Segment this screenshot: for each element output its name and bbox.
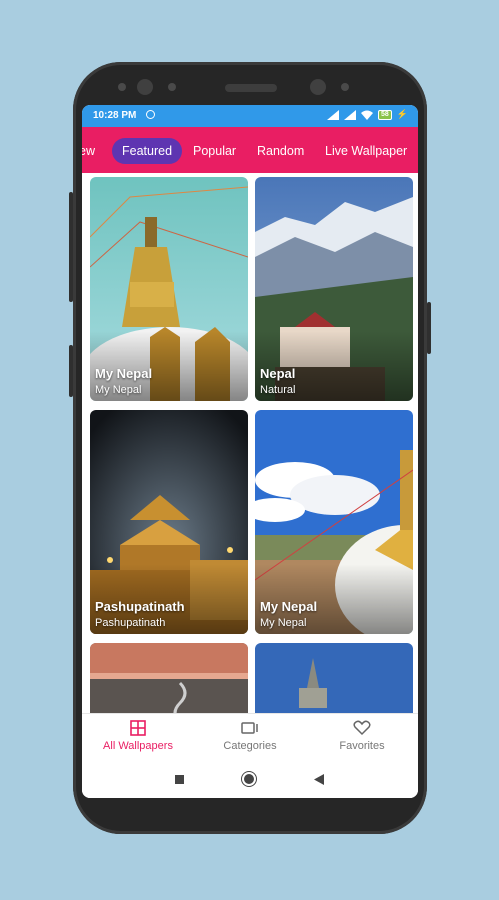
- nav-favorites[interactable]: Favorites: [306, 720, 418, 752]
- nav-label: All Wallpapers: [103, 740, 173, 752]
- iris-scanner: [310, 79, 326, 95]
- tab-featured[interactable]: Featured: [112, 138, 183, 164]
- signal-icon: [326, 109, 339, 120]
- phone-frame: 10:28 PM 58 ⚡ New Featured Popular Rando…: [69, 62, 431, 834]
- categories-icon: [241, 722, 258, 734]
- wallpaper-subtitle: My Nepal: [260, 617, 307, 629]
- tab-new[interactable]: New: [82, 138, 95, 164]
- sync-icon: [146, 110, 155, 119]
- grid-icon: [130, 720, 146, 736]
- wallpaper-subtitle: Natural: [260, 384, 296, 396]
- tab-random[interactable]: Random: [257, 138, 304, 164]
- wallpaper-card[interactable]: Pashupatinath Pashupatinath: [90, 410, 248, 634]
- wallpaper-title: Pashupatinath: [95, 599, 185, 614]
- wallpaper-title: My Nepal: [95, 366, 153, 381]
- wallpaper-subtitle: My Nepal: [95, 384, 142, 396]
- tab-popular[interactable]: Popular: [193, 138, 236, 164]
- nav-all-wallpapers[interactable]: All Wallpapers: [82, 720, 194, 752]
- wallpaper-card[interactable]: [90, 643, 248, 713]
- wallpaper-subtitle: Pashupatinath: [95, 617, 166, 629]
- back-button[interactable]: [314, 774, 324, 785]
- nav-label: Favorites: [339, 740, 385, 752]
- wallpaper-card[interactable]: Nepal Natural: [255, 177, 413, 401]
- system-navigation-bar: [82, 761, 418, 798]
- wallpaper-grid: My Nepal My Nepal Nepal Natural Pashupat…: [82, 173, 418, 713]
- wallpaper-title: Nepal: [260, 366, 296, 381]
- status-bar: 10:28 PM 58 ⚡: [82, 105, 418, 127]
- nav-label: Categories: [223, 740, 277, 752]
- bolt-icon: ⚡: [396, 109, 408, 119]
- recents-button[interactable]: [175, 775, 184, 784]
- sensor: [341, 83, 349, 91]
- wallpaper-thumbnail: [255, 643, 413, 713]
- category-tab-bar: New Featured Popular Random Live Wallpap…: [82, 127, 418, 173]
- wallpaper-thumbnail: [90, 643, 248, 713]
- battery-icon: 58: [377, 109, 392, 120]
- wallpaper-card[interactable]: [255, 643, 413, 713]
- wallpaper-card[interactable]: My Nepal My Nepal: [90, 177, 248, 401]
- bottom-navigation: All Wallpapers Categories Favorites: [82, 713, 418, 762]
- screen: 10:28 PM 58 ⚡ New Featured Popular Rando…: [82, 105, 418, 798]
- bixby-button: [69, 345, 73, 397]
- home-button[interactable]: [242, 772, 256, 786]
- sensor: [168, 83, 176, 91]
- heart-icon: [353, 720, 371, 736]
- earpiece: [225, 84, 277, 92]
- front-camera: [137, 79, 153, 95]
- tab-live-wallpaper[interactable]: Live Wallpaper: [325, 138, 407, 164]
- wallpaper-title: My Nepal: [260, 599, 318, 614]
- sensor: [118, 83, 126, 91]
- nav-categories[interactable]: Categories: [194, 720, 306, 752]
- battery-level: 58: [380, 110, 389, 118]
- volume-button: [69, 192, 73, 302]
- signal-icon: [343, 109, 356, 120]
- power-button: [427, 302, 431, 354]
- status-time: 10:28 PM: [93, 110, 137, 121]
- wifi-icon: [360, 110, 373, 120]
- wallpaper-card[interactable]: My Nepal My Nepal: [255, 410, 413, 634]
